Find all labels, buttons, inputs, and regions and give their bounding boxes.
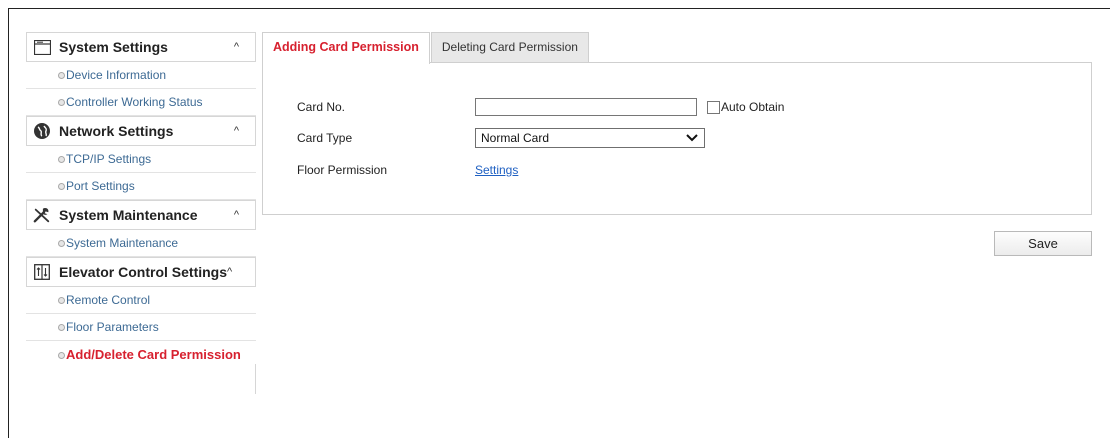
tab-bar: Adding Card Permission Deleting Card Per… <box>262 32 589 64</box>
sidebar-item-port-settings[interactable]: Port Settings <box>26 173 256 200</box>
sidebar: System Settings ^ Device Information Con… <box>26 32 256 368</box>
chevron-up-icon[interactable]: ^ <box>234 209 239 221</box>
bullet-icon <box>58 99 65 106</box>
card-no-row: Card No. Auto Obtain <box>297 96 784 118</box>
bullet-icon <box>58 156 65 163</box>
globe-icon <box>33 122 51 140</box>
auto-obtain-checkbox[interactable] <box>707 100 720 114</box>
floor-permission-label: Floor Permission <box>297 163 388 177</box>
bullet-icon <box>58 183 65 190</box>
card-type-select[interactable]: Normal Card <box>475 128 705 148</box>
card-type-value: Normal Card <box>481 131 550 145</box>
sidebar-item-system-maintenance[interactable]: System Maintenance <box>26 230 256 257</box>
section-title: Elevator Control Settings <box>59 264 228 280</box>
bullet-icon <box>58 324 65 331</box>
tab-deleting-card-permission[interactable]: Deleting Card Permission <box>430 32 589 63</box>
sidebar-item-remote-control[interactable]: Remote Control <box>26 287 256 314</box>
section-header-system-settings[interactable]: System Settings ^ <box>26 32 256 62</box>
bullet-icon <box>58 72 65 79</box>
save-button[interactable]: Save <box>994 231 1092 256</box>
sidebar-item-floor-parameters[interactable]: Floor Parameters <box>26 314 256 341</box>
section-title: System Maintenance <box>59 207 198 223</box>
card-no-label: Card No. <box>297 100 346 114</box>
section-header-elevator-control-settings[interactable]: Elevator Control Settings ^ <box>26 257 256 287</box>
chevron-down-icon <box>686 131 698 145</box>
sidebar-item-label: System Maintenance <box>66 236 179 250</box>
elevator-icon <box>33 263 51 281</box>
sidebar-item-label: Device Information <box>66 68 167 82</box>
section-header-system-maintenance[interactable]: System Maintenance ^ <box>26 200 256 230</box>
card-type-row: Card Type Normal Card <box>297 127 705 149</box>
chevron-up-icon[interactable]: ^ <box>234 41 239 53</box>
sidebar-item-tcpip-settings[interactable]: TCP/IP Settings <box>26 146 256 173</box>
section-header-network-settings[interactable]: Network Settings ^ <box>26 116 256 146</box>
section-title: Network Settings <box>59 123 174 139</box>
card-no-input[interactable] <box>475 98 697 116</box>
bullet-icon <box>58 240 65 247</box>
sidebar-item-add-delete-card-permission[interactable]: Add/Delete Card Permission <box>26 341 256 368</box>
sidebar-item-label: Remote Control <box>66 293 151 307</box>
tab-adding-card-permission[interactable]: Adding Card Permission <box>262 32 430 64</box>
divider <box>255 364 256 394</box>
card-type-label: Card Type <box>297 131 353 145</box>
sidebar-item-controller-working-status[interactable]: Controller Working Status <box>26 89 256 116</box>
tools-icon <box>33 206 51 224</box>
bullet-icon <box>58 297 65 304</box>
auto-obtain-label: Auto Obtain <box>721 100 785 114</box>
sidebar-item-label: Add/Delete Card Permission <box>66 347 241 362</box>
form-panel: Card No. Auto Obtain Card Type Normal Ca… <box>262 62 1092 215</box>
floor-permission-row: Floor Permission Settings <box>297 159 518 181</box>
chevron-up-icon[interactable]: ^ <box>234 125 239 137</box>
sidebar-item-label: Port Settings <box>66 179 135 193</box>
bullet-icon <box>58 352 65 359</box>
window-icon <box>33 38 51 56</box>
floor-permission-settings-link[interactable]: Settings <box>475 163 518 177</box>
sidebar-item-device-information[interactable]: Device Information <box>26 62 256 89</box>
section-title: System Settings <box>59 39 168 55</box>
sidebar-item-label: Controller Working Status <box>66 95 203 109</box>
sidebar-item-label: Floor Parameters <box>66 320 159 334</box>
chevron-up-icon[interactable]: ^ <box>227 266 232 278</box>
sidebar-item-label: TCP/IP Settings <box>66 152 152 166</box>
